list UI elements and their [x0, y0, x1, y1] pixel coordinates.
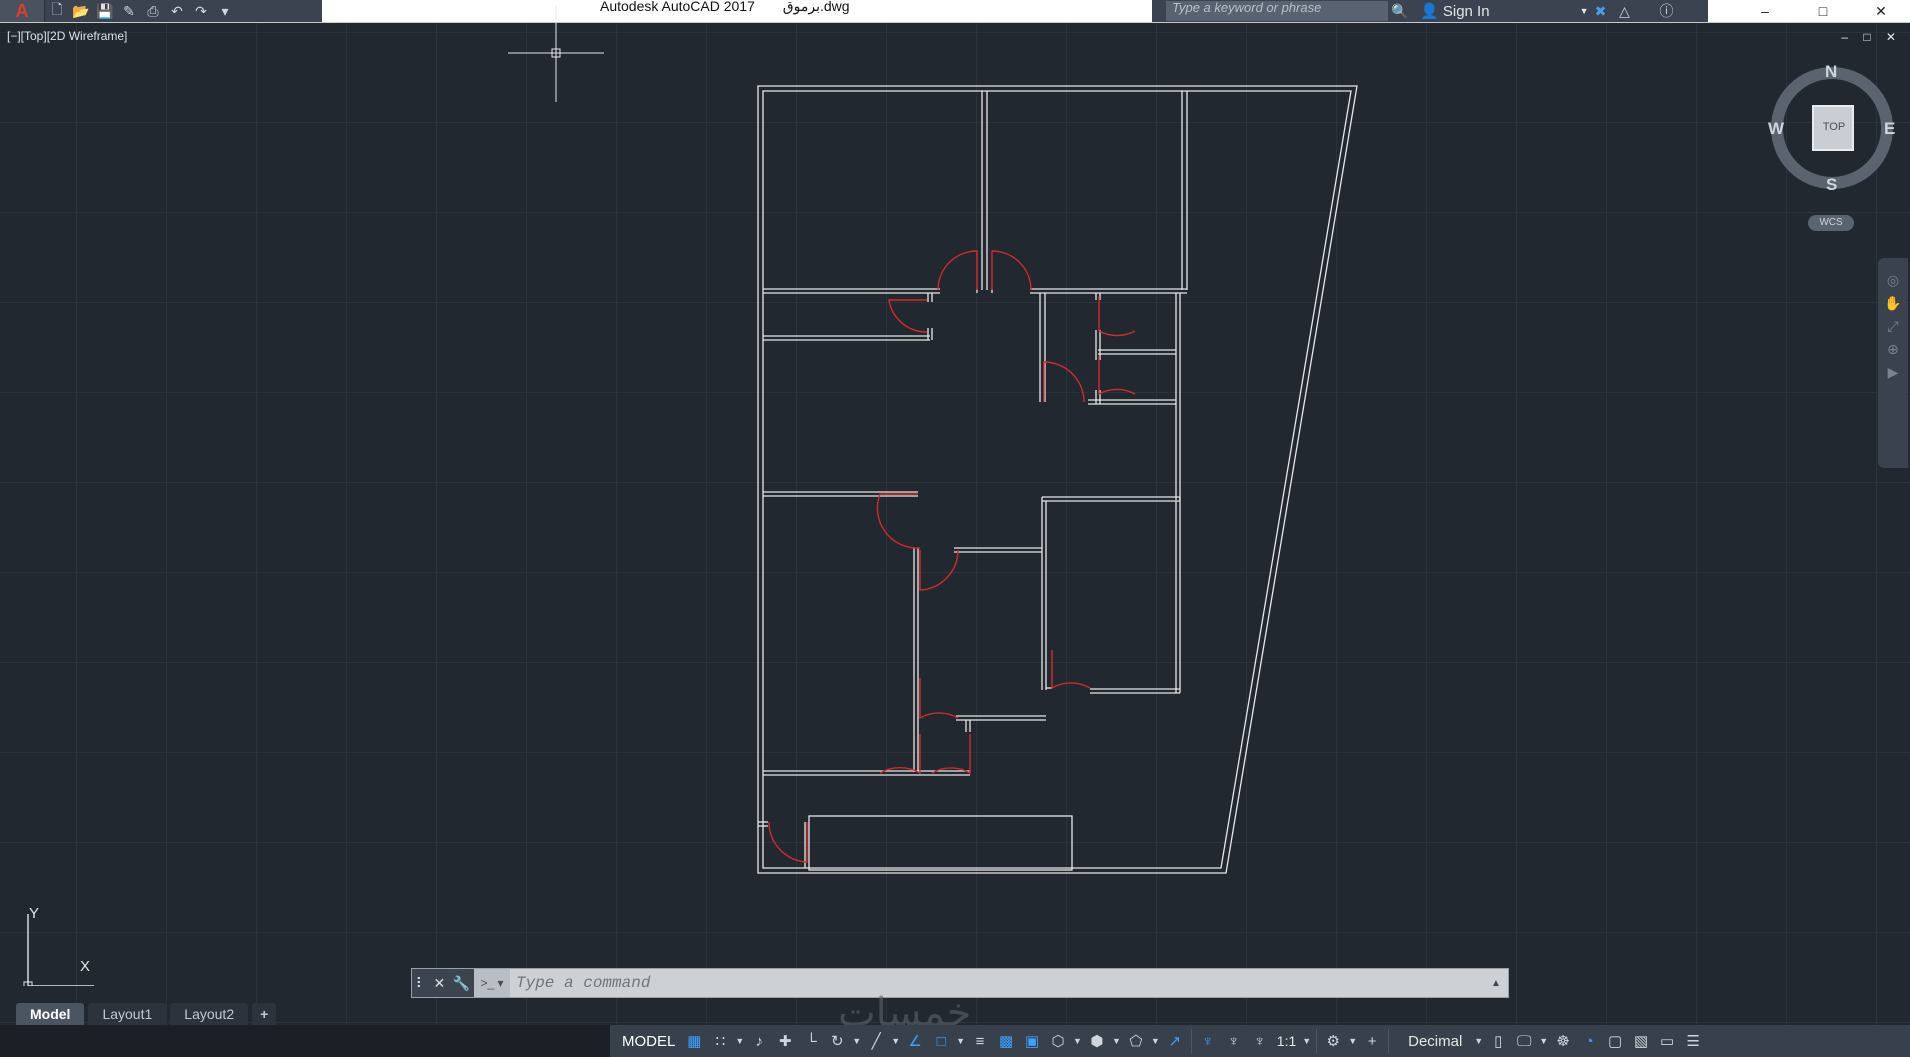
- tab-layout1[interactable]: Layout1: [88, 1003, 167, 1025]
- annotation-scale-value[interactable]: 1:1: [1273, 1033, 1300, 1049]
- chevron-down-icon[interactable]: ▼: [852, 1036, 861, 1046]
- ortho-icon[interactable]: └: [798, 1028, 824, 1054]
- ucs-y-label: Y: [29, 905, 40, 922]
- customize-wrench-icon[interactable]: 🔧: [453, 975, 470, 992]
- navigation-bar: ◎ ✋ ⤢ ⊕ ▶: [1878, 258, 1908, 468]
- divider: [1316, 1029, 1318, 1053]
- status-bar: MODEL ▦ ∷ ▼ ♪ ✚ └ ↻ ▼ ╱ ▼ ∠ □ ▼ ≡ ▩ ▣ ⬡ …: [0, 1025, 1910, 1057]
- compass-north[interactable]: N: [1825, 62, 1837, 82]
- chevron-down-icon[interactable]: ▼: [1073, 1036, 1082, 1046]
- add-layout-button[interactable]: +: [252, 1003, 277, 1025]
- polar-tracking-icon[interactable]: ↻: [824, 1028, 850, 1054]
- compass-south[interactable]: S: [1826, 175, 1837, 195]
- tab-model[interactable]: Model: [16, 1003, 85, 1025]
- tab-layout2[interactable]: Layout2: [170, 1003, 249, 1025]
- divider: [1190, 1029, 1192, 1053]
- graphics-performance-icon[interactable]: ▧: [1628, 1028, 1654, 1054]
- compass-east[interactable]: E: [1884, 119, 1895, 139]
- chevron-down-icon[interactable]: ▼: [735, 1036, 744, 1046]
- object-snap-tracking-icon[interactable]: ∠: [902, 1028, 928, 1054]
- floor-plan-drawing: [508, 5, 1358, 874]
- annotation-scale-icon[interactable]: ♆: [1247, 1028, 1273, 1054]
- chevron-down-icon[interactable]: ▼: [891, 1036, 900, 1046]
- lineweight-icon[interactable]: ≡: [967, 1028, 993, 1054]
- close-icon[interactable]: ✕: [434, 975, 446, 992]
- showmotion-icon[interactable]: ▶: [1888, 364, 1899, 381]
- compass-west[interactable]: W: [1768, 119, 1784, 139]
- dynamic-input-icon[interactable]: ✚: [772, 1028, 798, 1054]
- orbit-icon[interactable]: ⊕: [1887, 341, 1899, 358]
- pan-icon[interactable]: ✋: [1884, 295, 1901, 312]
- annotation-visibility-icon[interactable]: ♆: [1195, 1028, 1221, 1054]
- recent-commands-icon[interactable]: >_ ▾: [474, 969, 510, 997]
- chevron-down-icon[interactable]: ▼: [1112, 1036, 1121, 1046]
- isometric-icon[interactable]: ╱: [863, 1028, 889, 1054]
- chevron-down-icon[interactable]: ▼: [1474, 1036, 1483, 1046]
- divider: [1388, 1029, 1390, 1053]
- chevron-down-icon[interactable]: ▼: [1151, 1036, 1160, 1046]
- command-history-arrow-icon[interactable]: ▲: [1484, 978, 1508, 989]
- workspace-gear-icon[interactable]: ⚙: [1320, 1028, 1346, 1054]
- grip-icon[interactable]: ⠇: [416, 975, 426, 992]
- command-input[interactable]: [510, 968, 1484, 998]
- hardware-acceleration-icon[interactable]: ◔: [1576, 1028, 1602, 1054]
- selection-cycling-icon[interactable]: ▣: [1019, 1028, 1045, 1054]
- grid-icon[interactable]: ▦: [681, 1028, 707, 1054]
- steering-wheel-icon[interactable]: ◎: [1887, 272, 1899, 289]
- annotation-monitor-icon[interactable]: +: [1359, 1028, 1385, 1054]
- lock-ui-icon[interactable]: 🖵: [1511, 1028, 1537, 1054]
- status-bar-tools: MODEL ▦ ∷ ▼ ♪ ✚ └ ↻ ▼ ╱ ▼ ∠ □ ▼ ≡ ▩ ▣ ⬡ …: [610, 1025, 1910, 1057]
- chevron-down-icon[interactable]: ▼: [956, 1036, 965, 1046]
- gizmo-icon[interactable]: ↗: [1162, 1028, 1188, 1054]
- chevron-down-icon[interactable]: ▼: [1302, 1036, 1311, 1046]
- ucs-menu[interactable]: WCS: [1808, 215, 1854, 231]
- selection-filter-icon[interactable]: ⬠: [1123, 1028, 1149, 1054]
- wall-lines: [757, 85, 1358, 874]
- crosshair-cursor: [508, 5, 604, 102]
- quick-properties-icon[interactable]: ▯: [1485, 1028, 1511, 1054]
- clean-screen-icon[interactable]: ▢: [1602, 1028, 1628, 1054]
- chevron-down-icon[interactable]: ▼: [1348, 1036, 1357, 1046]
- zoom-icon[interactable]: ⤢: [1887, 318, 1898, 335]
- dynamic-ucs-icon[interactable]: ⬢: [1084, 1028, 1110, 1054]
- transparency-icon[interactable]: ▩: [993, 1028, 1019, 1054]
- fullscreen-icon[interactable]: ▭: [1654, 1028, 1680, 1054]
- auto-scale-icon[interactable]: ♆: [1221, 1028, 1247, 1054]
- model-space-button[interactable]: MODEL: [616, 1033, 681, 1050]
- customization-menu-icon[interactable]: ☰: [1680, 1028, 1706, 1054]
- infer-constraints-icon[interactable]: ♪: [746, 1028, 772, 1054]
- chevron-down-icon[interactable]: ▼: [1539, 1036, 1548, 1046]
- ucs-x-label: X: [80, 958, 91, 975]
- units-selector[interactable]: Decimal: [1392, 1033, 1472, 1050]
- isolate-objects-icon[interactable]: ☸: [1550, 1028, 1576, 1054]
- viewcube[interactable]: N S E W TOP: [1768, 62, 1895, 195]
- viewcube-top-face[interactable]: TOP: [1814, 121, 1854, 133]
- command-line-handle[interactable]: ⠇ ✕ 🔧: [412, 969, 474, 997]
- object-snap-icon[interactable]: □: [928, 1028, 954, 1054]
- 3d-object-snap-icon[interactable]: ⬡: [1045, 1028, 1071, 1054]
- snap-icon[interactable]: ∷: [707, 1028, 733, 1054]
